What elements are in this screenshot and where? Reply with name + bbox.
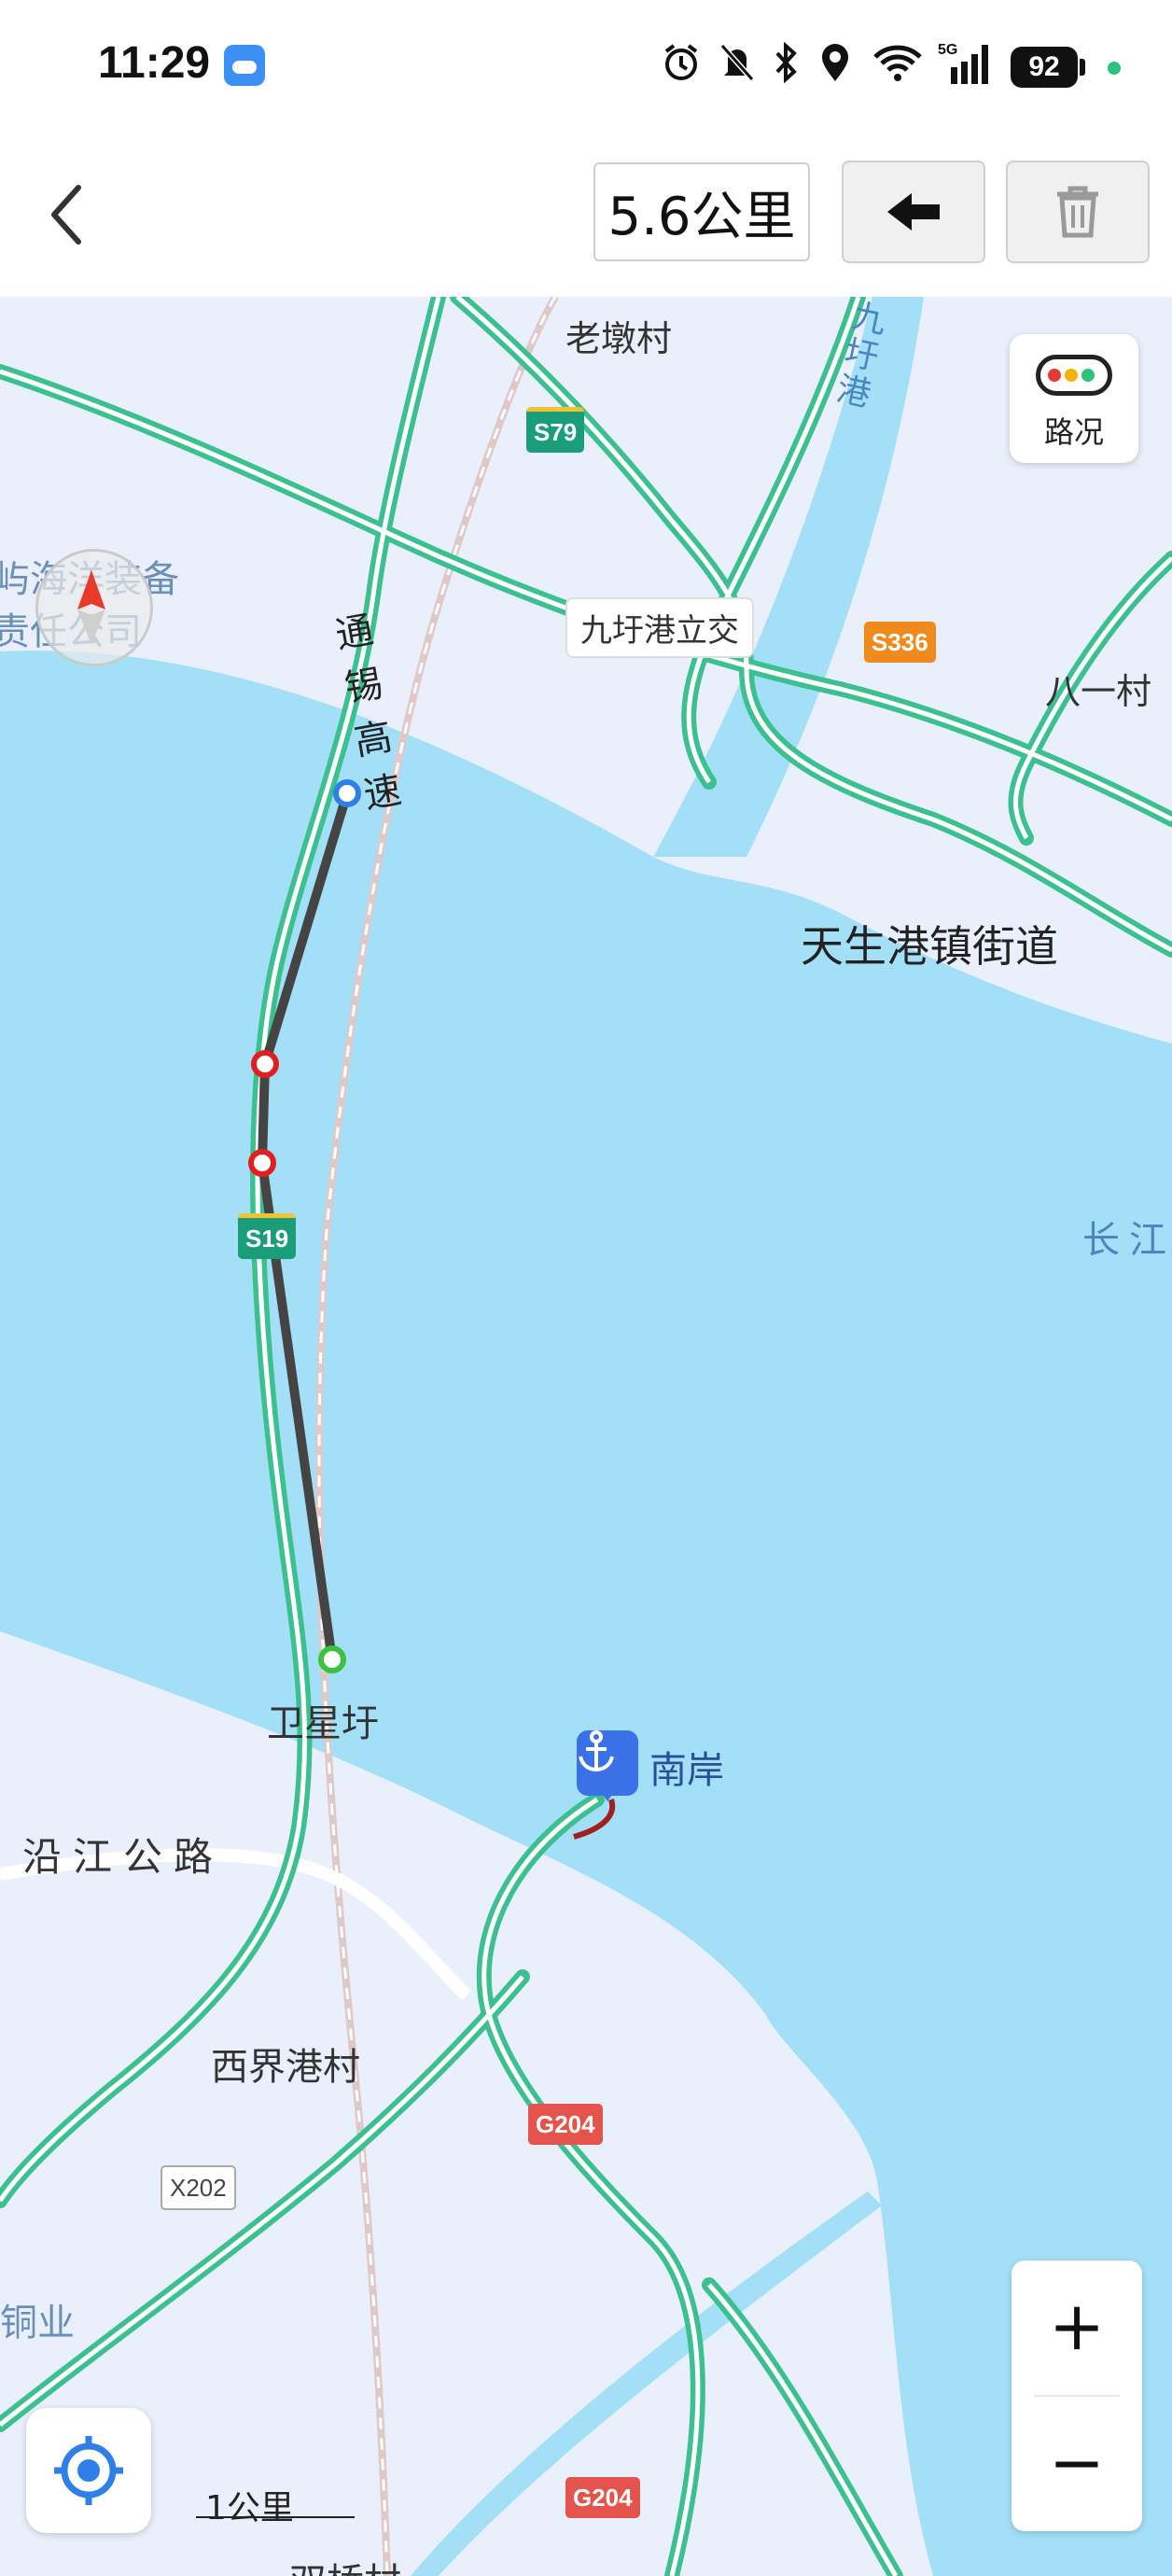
alarm-icon <box>658 39 705 86</box>
label-tianshenggang: 天生港镇街道 <box>801 921 1058 972</box>
measure-toolbar: 5.6公里 <box>0 131 1172 299</box>
zoom-controls: + − <box>1012 2261 1142 2531</box>
signal-icon: 5G <box>938 39 996 86</box>
waypoint-start <box>333 779 361 807</box>
mute-icon <box>714 39 760 86</box>
label-laodun: 老墩村 <box>565 318 673 359</box>
compass-icon[interactable] <box>35 549 153 666</box>
label-tongye: 铜业 <box>0 2302 75 2345</box>
zoom-in-button[interactable]: + <box>1012 2261 1142 2391</box>
traffic-button[interactable]: 路况 <box>1010 334 1138 463</box>
label-nanan: 南岸 <box>649 1749 724 1792</box>
waypoint-3 <box>248 1149 276 1177</box>
label-shuangqiao: 双桥村 <box>289 2552 401 2576</box>
waypoint-end <box>318 1645 346 1673</box>
distance-display: 5.6公里 <box>593 162 810 261</box>
label-xijiegang: 西界港村 <box>211 2046 360 2089</box>
bluetooth-icon <box>767 39 804 86</box>
shield-s79: S79 <box>526 407 585 453</box>
wifi-icon <box>870 39 926 86</box>
label-jiuyu-interchange: 九圩港立交 <box>565 597 754 658</box>
traffic-label: 路况 <box>1043 414 1104 450</box>
map-view[interactable]: 老墩村 九圩港 九圩港立交 八一村 天生港镇街道 长江 屿海洋装备 责任公司 通… <box>0 297 1172 2576</box>
shield-g204-b: G204 <box>565 2477 640 2518</box>
label-yanjiang-road: 沿江公路 <box>22 1834 225 1880</box>
network-label: 5G <box>938 42 957 58</box>
location-icon <box>812 39 858 86</box>
status-dot <box>1108 62 1121 75</box>
anchor-icon[interactable] <box>577 1730 638 1801</box>
locate-icon <box>54 2436 123 2505</box>
shield-x202: X202 <box>160 2165 236 2210</box>
scale-label: 1公里 <box>205 2489 294 2527</box>
status-bar: 11:29 5G 92 <box>0 0 1172 131</box>
traffic-light-icon <box>1036 355 1112 396</box>
battery-tip <box>1080 59 1085 76</box>
label-bayi: 八一村 <box>1045 671 1152 712</box>
back-button[interactable] <box>37 177 93 252</box>
weather-icon <box>224 45 265 86</box>
chevron-left-icon <box>51 185 81 245</box>
arrow-left-icon <box>887 193 940 231</box>
shield-s19: S19 <box>238 1213 297 1259</box>
label-weixingyu: 卫星圩 <box>267 1702 379 1745</box>
trash-icon <box>1057 186 1098 238</box>
label-changjiang: 长江 <box>1082 1219 1172 1262</box>
zoom-out-button[interactable]: − <box>1012 2397 1142 2527</box>
locate-button[interactable] <box>26 2408 151 2533</box>
shield-g204-a: G204 <box>528 2104 603 2145</box>
battery-icon: 92 <box>1011 47 1078 88</box>
waypoint-2 <box>251 1050 279 1078</box>
undo-button[interactable] <box>842 161 985 263</box>
jiuyugang-canal <box>653 297 924 857</box>
delete-button[interactable] <box>1006 161 1150 263</box>
status-time: 11:29 <box>98 38 211 88</box>
shield-s336: S336 <box>864 622 936 663</box>
scale-bar: 1公里 <box>196 2481 355 2527</box>
scale-line <box>196 2516 355 2518</box>
